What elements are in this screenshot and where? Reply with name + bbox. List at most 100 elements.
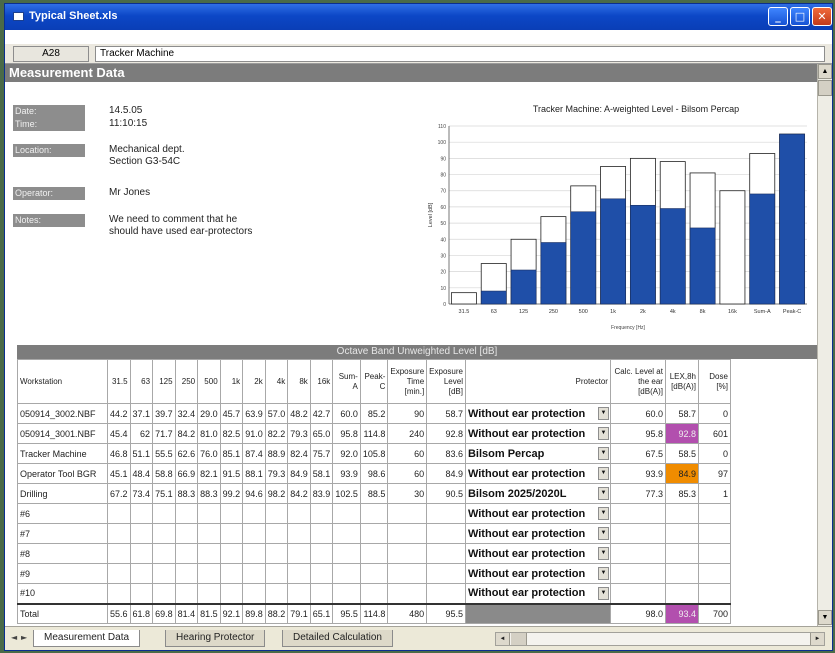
cell-lex-8h[interactable]: [664, 523, 699, 544]
cell-exposure-time[interactable]: 240: [387, 423, 428, 444]
cell-band-125[interactable]: [152, 543, 176, 564]
scroll-thumb[interactable]: [818, 80, 832, 96]
cell-workstation[interactable]: #6: [17, 503, 108, 524]
scroll-up-icon[interactable]: ▲: [818, 64, 832, 79]
cell-band-500[interactable]: [197, 563, 221, 584]
dropdown-arrow-icon[interactable]: ▼: [597, 587, 609, 600]
cell-calc-level[interactable]: [609, 563, 666, 584]
close-button[interactable]: ✕: [812, 7, 832, 26]
cell-sum-a[interactable]: [332, 503, 361, 524]
cell-band-8k[interactable]: 79.3: [287, 423, 311, 444]
header-lex-8h[interactable]: LEX,8h [dB(A)]: [664, 359, 699, 404]
header-band-8k[interactable]: 8k: [287, 359, 311, 404]
cell-protector[interactable]: Bilsom Percap ▼: [464, 443, 611, 464]
header-band-63[interactable]: 63: [129, 359, 154, 404]
cell-workstation[interactable]: Operator Tool BGR: [17, 463, 108, 484]
cell-lex-8h[interactable]: 84.9: [664, 463, 699, 484]
cell-band-63[interactable]: 51.1: [129, 443, 154, 464]
cell-dose[interactable]: [697, 583, 731, 604]
cell-exposure-level[interactable]: [426, 503, 466, 524]
cell-dose[interactable]: [697, 503, 731, 524]
cell-band-125[interactable]: 55.5: [152, 443, 176, 464]
minimize-button[interactable]: _: [768, 7, 788, 26]
cell-sum-a[interactable]: 60.0: [332, 403, 361, 424]
cell-band-2k[interactable]: 63.9: [242, 403, 266, 424]
cell-workstation[interactable]: 050914_3002.NBF: [17, 403, 108, 424]
cell-peak-c[interactable]: [359, 563, 389, 584]
maximize-button[interactable]: □: [790, 7, 810, 26]
cell-dose[interactable]: [697, 543, 731, 564]
tab-detailed-calculation[interactable]: Detailed Calculation: [282, 630, 393, 647]
header-band-16k[interactable]: 16k: [309, 359, 334, 404]
cell-lex-8h[interactable]: [664, 583, 699, 604]
cell-exposure-time[interactable]: [387, 543, 428, 564]
cell-peak-c[interactable]: 114.8: [359, 423, 389, 444]
cell-calc-level[interactable]: 98.0: [609, 602, 666, 624]
cell-band-1k[interactable]: 82.5: [219, 423, 244, 444]
dropdown-arrow-icon[interactable]: ▼: [597, 547, 609, 560]
cell-exposure-time[interactable]: [387, 563, 428, 584]
cell-band-250[interactable]: 81.4: [174, 602, 199, 624]
cell-band-31[interactable]: 55.6: [107, 602, 131, 624]
vertical-scrollbar[interactable]: ▲ ▼: [817, 64, 832, 626]
cell-band-4k[interactable]: [264, 543, 289, 564]
cell-calc-level[interactable]: [609, 583, 666, 604]
cell-sum-a[interactable]: 102.5: [332, 483, 361, 504]
cell-workstation[interactable]: #9: [17, 563, 108, 584]
cell-band-2k[interactable]: 87.4: [242, 443, 266, 464]
cell-band-8k[interactable]: 82.4: [287, 443, 311, 464]
header-band-2k[interactable]: 2k: [242, 359, 266, 404]
horizontal-scrollbar[interactable]: ◄ ►: [495, 632, 825, 646]
cell-band-250[interactable]: [174, 583, 199, 604]
cell-band-16k[interactable]: 58.1: [309, 463, 334, 484]
cell-peak-c[interactable]: 98.6: [359, 463, 389, 484]
cell-protector[interactable]: Without ear protection ▼: [464, 583, 611, 604]
cell-protector[interactable]: Without ear protection ▼: [464, 563, 611, 584]
cell-band-8k[interactable]: [287, 523, 311, 544]
cell-band-1k[interactable]: 92.1: [219, 602, 244, 624]
cell-peak-c[interactable]: 114.8: [359, 602, 389, 624]
cell-band-2k[interactable]: 94.6: [242, 483, 266, 504]
cell-dose[interactable]: 0: [697, 443, 731, 464]
header-peak-c[interactable]: Peak-C: [359, 359, 389, 404]
cell-reference-box[interactable]: A28: [13, 46, 89, 62]
cell-band-16k[interactable]: 65.1: [309, 602, 334, 624]
cell-lex-8h[interactable]: 58.5: [664, 443, 699, 464]
cell-band-1k[interactable]: [219, 543, 244, 564]
header-band-125[interactable]: 125: [152, 359, 176, 404]
cell-lex-8h[interactable]: 93.4: [664, 602, 699, 624]
cell-band-63[interactable]: 62: [129, 423, 154, 444]
cell-band-4k[interactable]: [264, 583, 289, 604]
cell-band-4k[interactable]: 82.2: [264, 423, 289, 444]
cell-calc-level[interactable]: [609, 503, 666, 524]
scroll-down-icon[interactable]: ▼: [818, 610, 832, 625]
cell-protector[interactable]: Without ear protection ▼: [464, 403, 611, 424]
cell-dose[interactable]: [697, 523, 731, 544]
cell-band-2k[interactable]: 89.8: [242, 602, 266, 624]
cell-band-2k[interactable]: [242, 523, 266, 544]
cell-exposure-time[interactable]: [387, 583, 428, 604]
header-band-500[interactable]: 500: [197, 359, 221, 404]
cell-band-125[interactable]: 58.8: [152, 463, 176, 484]
cell-exposure-level[interactable]: [426, 543, 466, 564]
cell-peak-c[interactable]: [359, 583, 389, 604]
cell-band-4k[interactable]: 88.2: [264, 602, 289, 624]
cell-peak-c[interactable]: 105.8: [359, 443, 389, 464]
cell-band-1k[interactable]: 91.5: [219, 463, 244, 484]
cell-band-250[interactable]: 88.3: [174, 483, 199, 504]
cell-dose[interactable]: 0: [697, 403, 731, 424]
cell-lex-8h[interactable]: [664, 543, 699, 564]
header-band-250[interactable]: 250: [174, 359, 199, 404]
header-band-4k[interactable]: 4k: [264, 359, 289, 404]
cell-calc-level[interactable]: [609, 543, 666, 564]
cell-band-1k[interactable]: [219, 563, 244, 584]
cell-band-31[interactable]: 67.2: [107, 483, 131, 504]
header-protector[interactable]: Protector: [464, 359, 611, 404]
cell-exposure-time[interactable]: [387, 523, 428, 544]
header-sum-a[interactable]: Sum-A: [332, 359, 361, 404]
cell-band-31[interactable]: [107, 583, 131, 604]
cell-band-16k[interactable]: [309, 583, 334, 604]
cell-lex-8h[interactable]: 85.3: [664, 483, 699, 504]
cell-band-1k[interactable]: 85.1: [219, 443, 244, 464]
cell-band-250[interactable]: 66.9: [174, 463, 199, 484]
